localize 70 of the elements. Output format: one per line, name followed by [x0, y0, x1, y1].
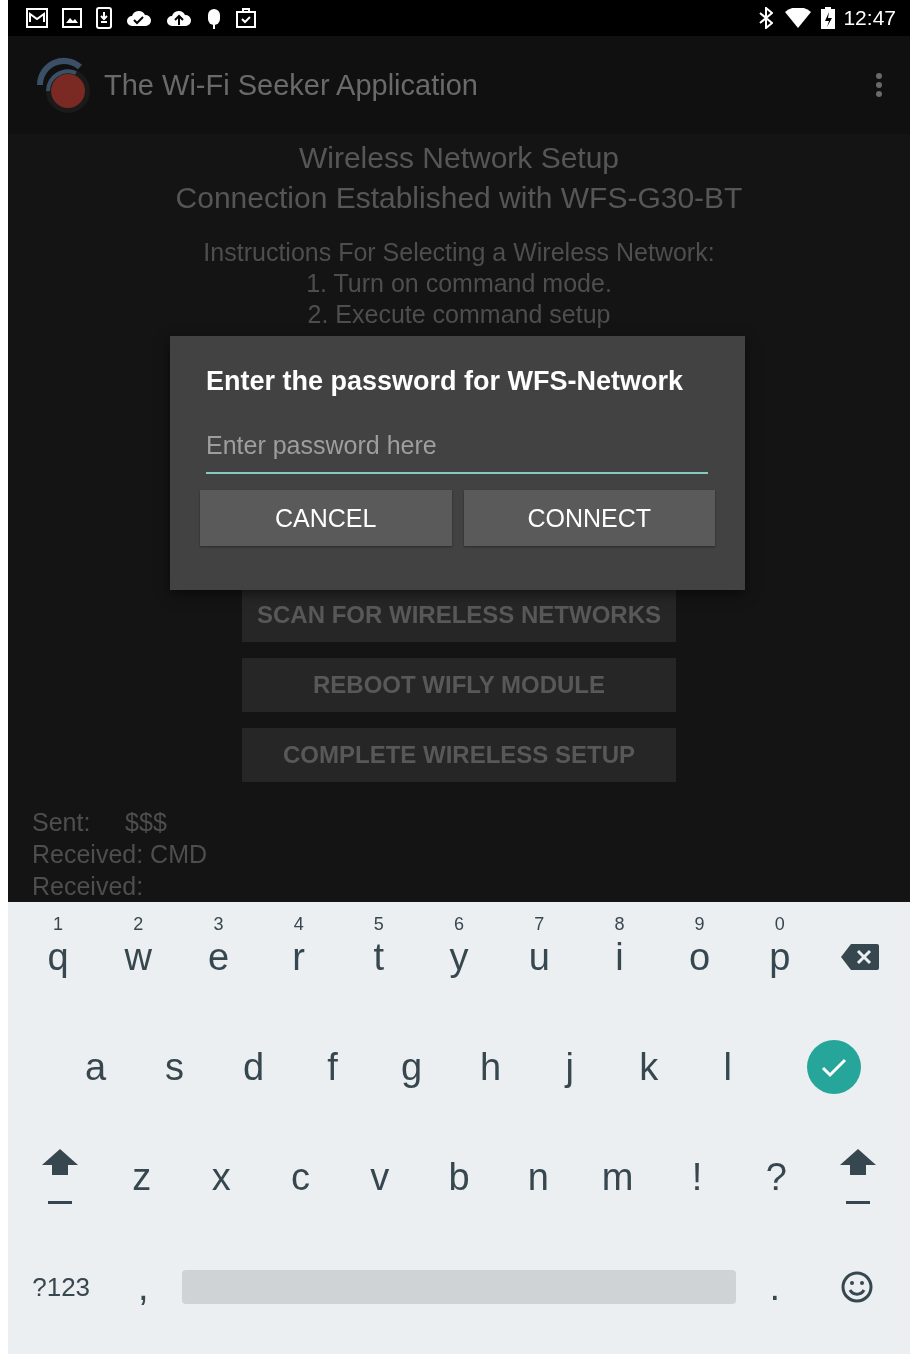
keyboard-key[interactable]: z — [102, 1122, 182, 1232]
keyboard-key[interactable]: 9 o — [659, 902, 740, 1012]
setup-heading: Wireless Network Setup — [298, 140, 620, 176]
key-hint: 5 — [373, 914, 384, 935]
key-hint: 7 — [534, 914, 545, 935]
bluetooth-icon — [759, 7, 774, 29]
keyboard-key[interactable]: . — [736, 1232, 814, 1342]
key-hint: 1 — [53, 914, 64, 935]
keyboard-key[interactable]: j — [530, 1012, 610, 1122]
key-hint: 4 — [293, 914, 304, 935]
shift-icon[interactable] — [42, 1149, 79, 1205]
keyboard-key[interactable]: f — [293, 1012, 373, 1122]
keyboard-key[interactable]: x — [181, 1122, 261, 1232]
keyboard-key[interactable]: g — [372, 1012, 452, 1122]
cloud-upload-icon — [166, 9, 192, 27]
shift-icon[interactable] — [839, 1149, 876, 1205]
key-hint: 6 — [454, 914, 465, 935]
password-field[interactable]: Enter password here — [206, 427, 708, 474]
log-line: Received: CMD — [32, 839, 209, 870]
smiley-icon[interactable] — [840, 1271, 873, 1303]
key-hint: 0 — [774, 914, 785, 935]
keyboard-key[interactable]: v — [340, 1122, 420, 1232]
instruction-line: 2. Execute command setup — [307, 299, 611, 331]
keyboard-key[interactable]: ? — [736, 1122, 816, 1232]
keyboard-key[interactable]: 1 q — [18, 902, 99, 1012]
dialog-button[interactable]: CONNECT — [463, 490, 715, 546]
dialog-title: Enter the password for WFS-Network — [205, 366, 685, 397]
clipboard-check-icon — [236, 8, 256, 28]
symbols-key[interactable]: ?123 — [18, 1232, 105, 1342]
keyboard-key[interactable]: 7 u — [499, 902, 580, 1012]
keyboard-key[interactable]: m — [577, 1122, 658, 1232]
keyboard-key[interactable]: 4 r — [258, 902, 339, 1012]
battery-icon — [821, 7, 836, 29]
key-hint: 2 — [133, 914, 144, 935]
app-title: The Wi-Fi Seeker Application — [104, 68, 479, 102]
keyboard-key[interactable]: 3 e — [178, 902, 259, 1012]
setup-heading: Connection Established with WFS-G30-BT — [175, 180, 743, 216]
keyboard-key[interactable]: ! — [657, 1122, 737, 1232]
keyboard-key[interactable]: a — [56, 1012, 136, 1122]
download-icon — [96, 7, 112, 29]
keyboard-key[interactable]: c — [260, 1122, 341, 1232]
overflow-menu-icon[interactable] — [876, 73, 882, 97]
keyboard-key[interactable]: s — [135, 1012, 215, 1122]
dialog-button[interactable]: CANCEL — [200, 490, 452, 546]
mail-icon — [26, 8, 48, 28]
wifi-icon — [785, 8, 812, 28]
instruction-line: Instructions For Selecting a Wireless Network: — [203, 237, 715, 269]
keyboard-key[interactable]: h — [451, 1012, 531, 1122]
backspace-icon[interactable] — [840, 944, 879, 970]
keyboard-key[interactable]: 6 y — [418, 902, 500, 1012]
keyboard-key[interactable]: n — [498, 1122, 578, 1232]
key-hint: 9 — [694, 914, 705, 935]
log-line: Sent: $$$ — [32, 807, 168, 838]
status-time: 12:47 — [843, 6, 896, 30]
keyboard-key[interactable]: d — [214, 1012, 294, 1122]
keyboard-key[interactable]: 2 w — [98, 902, 179, 1012]
keyboard-key[interactable]: , — [104, 1232, 182, 1342]
instruction-line: 1. Turn on command mode. — [306, 268, 612, 300]
keyboard-key[interactable]: 8 i — [579, 902, 660, 1012]
keyboard-key[interactable]: 0 p — [739, 902, 820, 1012]
cloud-check-icon — [126, 9, 152, 27]
keyboard-key[interactable]: 5 t — [338, 902, 419, 1012]
keyboard-key[interactable]: l — [688, 1012, 768, 1122]
key-hint: 3 — [213, 914, 224, 935]
log-line: Received: — [32, 871, 145, 902]
keyboard-key[interactable]: b — [419, 1122, 499, 1232]
key-hint: 8 — [614, 914, 625, 935]
keyboard-key[interactable]: k — [609, 1012, 689, 1122]
check-button-icon[interactable] — [806, 1040, 861, 1094]
image-icon — [62, 8, 82, 28]
